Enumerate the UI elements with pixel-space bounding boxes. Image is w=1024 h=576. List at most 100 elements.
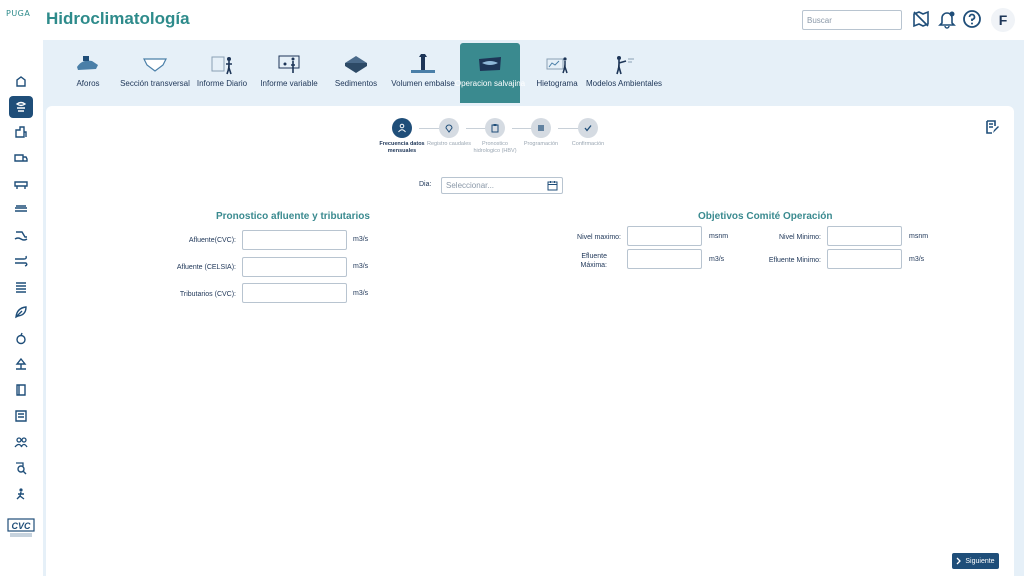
sidebar-item-buildings[interactable] bbox=[9, 121, 33, 143]
tributarios-cvc-input[interactable] bbox=[242, 283, 347, 303]
app-logo: PUGA bbox=[6, 9, 31, 18]
field-unit: m3/s bbox=[909, 256, 925, 263]
users-icon bbox=[398, 123, 406, 133]
sidebar: CVC bbox=[0, 40, 43, 576]
hietograma-icon bbox=[546, 57, 568, 74]
leaf-icon bbox=[15, 306, 27, 319]
sidebar-item-truck[interactable] bbox=[9, 147, 33, 169]
water-icon bbox=[15, 101, 27, 112]
bell-icon[interactable] bbox=[937, 9, 957, 29]
afluente-celsia-input[interactable] bbox=[242, 257, 347, 277]
tab-operacion-salvajina[interactable]: Operacion salvajina bbox=[455, 43, 525, 103]
truck-icon bbox=[14, 154, 28, 162]
afluente-cvc-input[interactable] bbox=[242, 230, 347, 250]
bridge-icon bbox=[14, 181, 28, 189]
sidebar-item-home[interactable] bbox=[9, 70, 33, 92]
efluente-maxima-input[interactable] bbox=[627, 249, 702, 269]
field-label-efluente-minimo: Efluente Minimo: bbox=[768, 257, 821, 264]
svg-text:CVC: CVC bbox=[11, 521, 31, 531]
volumen-icon bbox=[411, 54, 435, 73]
step-dot bbox=[578, 118, 598, 138]
tab-seccion-transversal[interactable]: Sección transversal bbox=[120, 43, 190, 103]
cvc-logo: CVC bbox=[7, 518, 35, 537]
field-unit: m3/s bbox=[353, 263, 369, 270]
top-header: PUGA Hidroclimatología F bbox=[0, 0, 1024, 40]
sidebar-item-leaf[interactable] bbox=[9, 301, 33, 323]
field-label-tributarios: Tributarios (CVC): bbox=[179, 291, 236, 298]
sidebar-item-person-walk[interactable] bbox=[9, 483, 33, 505]
field-label-afluente-celsia: Afluente (CELSIA): bbox=[176, 264, 236, 271]
tab-modelos-ambientales[interactable]: Modelos Ambientales bbox=[586, 43, 662, 103]
sidebar-item-tree[interactable] bbox=[9, 353, 33, 375]
sidebar-item-search-doc[interactable] bbox=[9, 457, 33, 479]
field-label-nivel-minimo: Nivel Minimo: bbox=[778, 234, 821, 241]
tab-volumen-embalse[interactable]: Volumen embalse bbox=[391, 43, 455, 103]
tree-icon bbox=[15, 357, 27, 370]
tab-aforos[interactable]: Aforos bbox=[58, 43, 118, 103]
sidebar-item-apple[interactable] bbox=[9, 327, 33, 349]
field-unit: m3/s bbox=[353, 290, 369, 297]
field-label-afluente-cvc: Afluente(CVC): bbox=[188, 237, 236, 244]
step-dot bbox=[485, 118, 505, 138]
location-icon bbox=[445, 124, 453, 133]
tab-hietograma[interactable]: Hietograma bbox=[527, 43, 587, 103]
list-icon bbox=[538, 125, 544, 131]
sedimentos-icon bbox=[345, 56, 367, 73]
step-programacion[interactable]: Programación bbox=[516, 118, 566, 148]
tab-sedimentos[interactable]: Sedimentos bbox=[326, 43, 386, 103]
step-confirmacion[interactable]: Confirmación bbox=[563, 118, 613, 148]
buildings-icon bbox=[15, 126, 27, 138]
person-icon bbox=[16, 488, 25, 500]
field-unit: msnm bbox=[909, 233, 929, 240]
tab-informe-variable[interactable]: Informe variable bbox=[259, 43, 319, 103]
wind-icon bbox=[15, 255, 28, 267]
step-dot bbox=[392, 118, 412, 138]
date-picker-input[interactable]: Seleccionar... bbox=[441, 177, 563, 194]
home-icon bbox=[16, 76, 26, 87]
river-icon bbox=[14, 231, 28, 241]
clipboard-icon bbox=[491, 124, 499, 133]
step-frecuencia[interactable]: Frecuencia datos mensuales bbox=[377, 118, 427, 155]
sidebar-item-dam[interactable] bbox=[9, 198, 33, 220]
avatar[interactable]: F bbox=[991, 8, 1015, 32]
step-pronostico-hbv[interactable]: Pronostico hidrologico (HBV) bbox=[470, 118, 520, 155]
sidebar-item-book[interactable] bbox=[9, 379, 33, 401]
sidebar-item-stack[interactable] bbox=[9, 276, 33, 298]
field-unit: m3/s bbox=[709, 256, 725, 263]
map-off-icon[interactable] bbox=[911, 9, 931, 29]
field-label-efluente-maxima: Efluente Máxima: bbox=[580, 253, 607, 269]
field-unit: m3/s bbox=[353, 236, 369, 243]
efluente-minimo-input[interactable] bbox=[827, 249, 902, 269]
dia-label: Dia: bbox=[419, 181, 432, 188]
seccion-icon bbox=[143, 58, 167, 72]
nivel-minimo-input[interactable] bbox=[827, 226, 902, 246]
aforos-icon bbox=[77, 56, 98, 70]
dam-icon bbox=[15, 205, 27, 212]
tab-informe-diario[interactable]: Informe Diario bbox=[192, 43, 252, 103]
next-button[interactable]: Siguiente bbox=[952, 553, 999, 569]
search-input[interactable] bbox=[802, 10, 902, 30]
page-title: Hidroclimatología bbox=[46, 9, 190, 28]
sidebar-item-river[interactable] bbox=[9, 224, 33, 246]
book-icon bbox=[16, 384, 26, 396]
people-icon bbox=[14, 437, 28, 448]
sidebar-item-wind[interactable] bbox=[9, 250, 33, 272]
nivel-maximo-input[interactable] bbox=[627, 226, 702, 246]
document-edit-icon[interactable] bbox=[984, 119, 1000, 135]
sidebar-item-report[interactable] bbox=[9, 405, 33, 427]
apple-icon bbox=[16, 332, 26, 345]
sidebar-item-people[interactable] bbox=[9, 431, 33, 453]
next-button-label: Siguiente bbox=[965, 557, 995, 565]
calendar-icon[interactable] bbox=[547, 180, 558, 191]
section-title-objetivos: Objetivos Comité Operación bbox=[698, 211, 833, 222]
sidebar-item-bridge[interactable] bbox=[9, 173, 33, 195]
sidebar-item-hidroclimatologia[interactable] bbox=[9, 96, 33, 118]
stepper: Frecuencia datos mensuales Registro caud… bbox=[379, 118, 644, 168]
step-dot bbox=[439, 118, 459, 138]
step-registro-caudales[interactable]: Registro caudales bbox=[424, 118, 474, 148]
operacion-icon bbox=[479, 57, 501, 71]
section-title-pronostico: Pronostico afluente y tributarios bbox=[216, 211, 370, 222]
step-dot bbox=[531, 118, 551, 138]
search-doc-icon bbox=[16, 462, 27, 475]
help-icon[interactable] bbox=[962, 9, 982, 29]
